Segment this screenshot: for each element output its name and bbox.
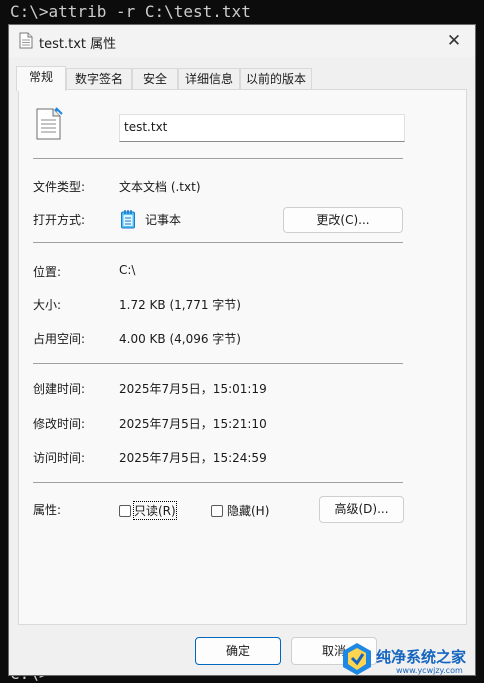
dialog-title: test.txt 属性 xyxy=(39,37,117,52)
location-value: C:\ xyxy=(119,263,136,277)
tab-digital-signatures[interactable]: 数字签名 xyxy=(66,68,132,89)
accessed-value: 2025年7月5日，15:24:59 xyxy=(119,451,267,465)
separator-4 xyxy=(33,482,403,483)
open-with-label: 打开方式: xyxy=(33,213,86,227)
advanced-button[interactable]: 高级(D)... xyxy=(319,496,404,523)
watermark: 纯净系统之家 www.ycwjzy.com xyxy=(336,638,484,682)
size-value: 1.72 KB (1,771 字节) xyxy=(119,298,241,312)
modified-value: 2025年7月5日，15:21:10 xyxy=(119,417,267,431)
title-bar[interactable]: test.txt 属性 ✕ xyxy=(9,25,475,57)
text-file-icon xyxy=(19,32,33,49)
tab-security[interactable]: 安全 xyxy=(132,68,178,89)
modified-label: 修改时间: xyxy=(33,417,86,431)
close-button[interactable]: ✕ xyxy=(437,27,471,55)
file-type-label: 文件类型: xyxy=(33,180,86,194)
general-tab-panel xyxy=(18,89,467,625)
created-label: 创建时间: xyxy=(33,382,86,396)
watermark-url: www.ycwjzy.com xyxy=(396,666,463,675)
hidden-label[interactable]: 隐藏(H) xyxy=(227,502,269,519)
readonly-label[interactable]: 只读(R) xyxy=(133,501,177,520)
tab-previous-versions[interactable]: 以前的版本 xyxy=(240,68,312,89)
console-command-line: C:\>attrib -r C:\test.txt xyxy=(10,2,251,21)
file-type-value: 文本文档 (.txt) xyxy=(119,180,201,194)
notepad-icon xyxy=(121,210,135,229)
hidden-checkbox[interactable] xyxy=(211,505,223,517)
tab-general[interactable]: 常规 xyxy=(16,66,66,91)
properties-dialog: test.txt 属性 ✕ 常规 数字签名 安全 详细信息 以前的版本 test… xyxy=(8,24,476,676)
created-value: 2025年7月5日，15:01:19 xyxy=(119,382,267,396)
change-program-button[interactable]: 更改(C)... xyxy=(283,207,403,233)
close-icon: ✕ xyxy=(446,31,462,51)
watermark-text: 纯净系统之家 xyxy=(376,648,467,666)
size-label: 大小: xyxy=(33,298,62,312)
separator-2 xyxy=(33,242,403,243)
document-icon xyxy=(36,107,63,140)
disk-size-value: 4.00 KB (4,096 字节) xyxy=(119,332,241,346)
disk-size-label: 占用空间: xyxy=(33,332,86,346)
filename-input[interactable]: test.txt xyxy=(119,114,405,142)
attributes-label: 属性: xyxy=(33,503,62,517)
tab-details[interactable]: 详细信息 xyxy=(178,68,240,89)
separator-1 xyxy=(33,158,403,159)
open-with-value: 记事本 xyxy=(145,213,182,227)
readonly-checkbox[interactable] xyxy=(119,505,131,517)
ok-button[interactable]: 确定 xyxy=(195,637,281,665)
location-label: 位置: xyxy=(33,265,62,279)
separator-3 xyxy=(33,363,403,364)
watermark-logo-icon xyxy=(343,643,371,675)
accessed-label: 访问时间: xyxy=(33,451,86,465)
